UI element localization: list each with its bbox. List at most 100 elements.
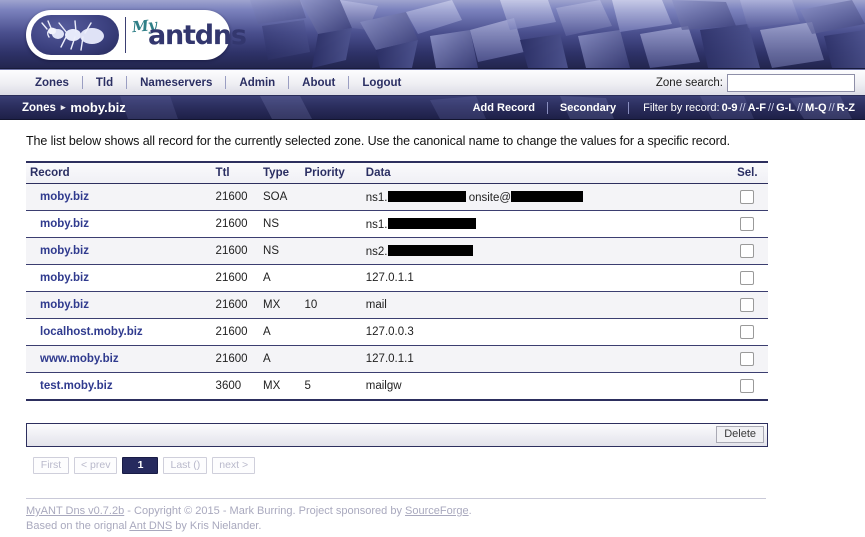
cell-select bbox=[726, 345, 768, 373]
nav-item-logout[interactable]: Logout bbox=[349, 77, 414, 89]
filter-g-l[interactable]: G-L bbox=[774, 102, 797, 114]
col-priority: Priority bbox=[304, 162, 366, 184]
breadcrumb-zones[interactable]: Zones bbox=[22, 102, 56, 114]
nav-item-admin[interactable]: Admin bbox=[226, 77, 288, 89]
row-select-checkbox[interactable] bbox=[740, 352, 755, 366]
cell-ttl: 21600 bbox=[215, 345, 264, 373]
cell-record: moby.biz bbox=[26, 210, 216, 238]
cell-type: SOA bbox=[263, 183, 305, 211]
secondary-button[interactable]: Secondary bbox=[548, 102, 628, 114]
row-select-checkbox[interactable] bbox=[740, 325, 755, 339]
pagination-next[interactable]: next > bbox=[212, 457, 256, 474]
redaction-bar bbox=[511, 190, 584, 202]
nav-item-zones[interactable]: Zones bbox=[22, 77, 82, 89]
site-logo[interactable]: My antdns bbox=[26, 10, 247, 60]
cell-ttl: 21600 bbox=[215, 318, 264, 346]
zone-search-input[interactable] bbox=[727, 73, 855, 92]
table-row: localhost.moby.biz 21600 A 127.0.0.3 bbox=[26, 318, 768, 346]
table-header-row: Record Ttl Type Priority Data Sel. bbox=[26, 162, 768, 184]
cell-type: NS bbox=[263, 237, 305, 265]
table-row: moby.biz 21600 A 127.0.1.1 bbox=[26, 264, 768, 292]
cell-priority bbox=[304, 237, 366, 265]
breadcrumb-arrow-icon: ▸ bbox=[60, 102, 66, 112]
filter-a-f[interactable]: A-F bbox=[746, 102, 768, 114]
table-row: test.moby.biz 3600 MX 5 mailgw bbox=[26, 373, 768, 401]
add-record-button[interactable]: Add Record bbox=[461, 102, 547, 114]
pagination-last[interactable]: Last () bbox=[163, 457, 208, 474]
record-link[interactable]: localhost.moby.biz bbox=[40, 326, 143, 338]
filter-links: 0-9//A-F//G-L//M-Q//R-Z bbox=[720, 102, 857, 114]
cell-ttl: 21600 bbox=[215, 237, 264, 265]
zone-search-label: Zone search: bbox=[655, 76, 723, 89]
cell-select bbox=[726, 264, 768, 292]
record-toolbar: Add Record Secondary Filter by record: 0… bbox=[461, 101, 857, 114]
row-select-checkbox[interactable] bbox=[740, 217, 755, 231]
footer-sourceforge-link[interactable]: SourceForge bbox=[405, 505, 469, 517]
logo-divider bbox=[125, 17, 126, 53]
cell-data: 127.0.0.3 bbox=[365, 318, 727, 346]
record-link[interactable]: test.moby.biz bbox=[40, 380, 113, 392]
col-record: Record bbox=[26, 162, 216, 184]
filter-m-q[interactable]: M-Q bbox=[803, 102, 828, 114]
cell-priority: 10 bbox=[304, 291, 366, 319]
breadcrumb-toolbar: Zones ▸ moby.biz Add Record Secondary Fi… bbox=[0, 96, 865, 120]
table-row: www.moby.biz 21600 A 127.0.1.1 bbox=[26, 345, 768, 373]
cell-data: ns2. bbox=[365, 237, 727, 265]
col-data: Data bbox=[365, 162, 727, 184]
intro-text: The list below shows all record for the … bbox=[26, 134, 730, 148]
logo-antdns-text: antdns bbox=[148, 20, 247, 51]
footer-line-2: Based on the orignal Ant DNS by Kris Nie… bbox=[26, 519, 766, 534]
delete-button[interactable]: Delete bbox=[716, 426, 764, 443]
cell-priority bbox=[304, 210, 366, 238]
table-row: moby.biz 21600 NS ns2. bbox=[26, 237, 768, 265]
cell-type: A bbox=[263, 318, 305, 346]
site-banner: My antdns bbox=[0, 0, 865, 69]
row-select-checkbox[interactable] bbox=[740, 379, 755, 393]
cell-data: ns1. onsite@ bbox=[365, 183, 727, 211]
cell-record: test.moby.biz bbox=[26, 373, 216, 401]
row-select-checkbox[interactable] bbox=[740, 298, 755, 312]
record-link[interactable]: moby.biz bbox=[40, 191, 89, 203]
footer-antdns-link[interactable]: Ant DNS bbox=[129, 520, 172, 532]
pagination-prev[interactable]: < prev bbox=[74, 457, 118, 474]
cell-record: localhost.moby.biz bbox=[26, 318, 216, 346]
footer-based-prefix: Based on the orignal bbox=[26, 520, 130, 532]
record-link[interactable]: moby.biz bbox=[40, 245, 89, 257]
record-link[interactable]: moby.biz bbox=[40, 218, 89, 230]
cell-data: mailgw bbox=[365, 380, 402, 392]
nav-item-nameservers[interactable]: Nameservers bbox=[127, 77, 225, 89]
ant-icon bbox=[31, 15, 119, 55]
cell-priority bbox=[304, 318, 366, 346]
cell-priority bbox=[304, 345, 366, 373]
redaction-bar bbox=[387, 244, 473, 256]
cell-select bbox=[726, 237, 768, 265]
content-area: The list below shows all record for the … bbox=[0, 134, 865, 534]
filter-sep: // bbox=[739, 101, 746, 114]
cell-ttl: 21600 bbox=[215, 183, 264, 211]
cell-record: moby.biz bbox=[26, 183, 216, 211]
record-link[interactable]: moby.biz bbox=[40, 299, 89, 311]
cell-type: A bbox=[263, 345, 305, 373]
cell-priority: 5 bbox=[304, 380, 311, 392]
pagination-first[interactable]: First bbox=[33, 457, 69, 474]
nav-item-about[interactable]: About bbox=[289, 77, 348, 89]
cell-ttl: 3600 bbox=[215, 380, 242, 392]
cell-priority bbox=[304, 183, 366, 211]
filter-0-9[interactable]: 0-9 bbox=[720, 102, 740, 114]
row-select-checkbox[interactable] bbox=[740, 271, 755, 285]
filter-sep: // bbox=[828, 101, 835, 114]
filter-label: Filter by record: bbox=[643, 101, 720, 114]
record-link[interactable]: moby.biz bbox=[40, 272, 89, 284]
pagination-page-1[interactable]: 1 bbox=[122, 457, 159, 474]
row-select-checkbox[interactable] bbox=[740, 190, 755, 204]
footer-app-link[interactable]: MyANT Dns v0.7.2b bbox=[26, 505, 124, 517]
cell-record: www.moby.biz bbox=[26, 345, 216, 373]
nav-item-tld[interactable]: Tld bbox=[83, 77, 126, 89]
table-row: moby.biz 21600 MX 10 mail bbox=[26, 291, 768, 319]
cell-select bbox=[726, 291, 768, 319]
record-link[interactable]: www.moby.biz bbox=[40, 353, 119, 365]
footer-copy-end: . bbox=[468, 505, 472, 517]
row-select-checkbox[interactable] bbox=[740, 244, 755, 258]
cell-ttl: 21600 bbox=[215, 264, 264, 292]
filter-r-z[interactable]: R-Z bbox=[835, 102, 857, 114]
